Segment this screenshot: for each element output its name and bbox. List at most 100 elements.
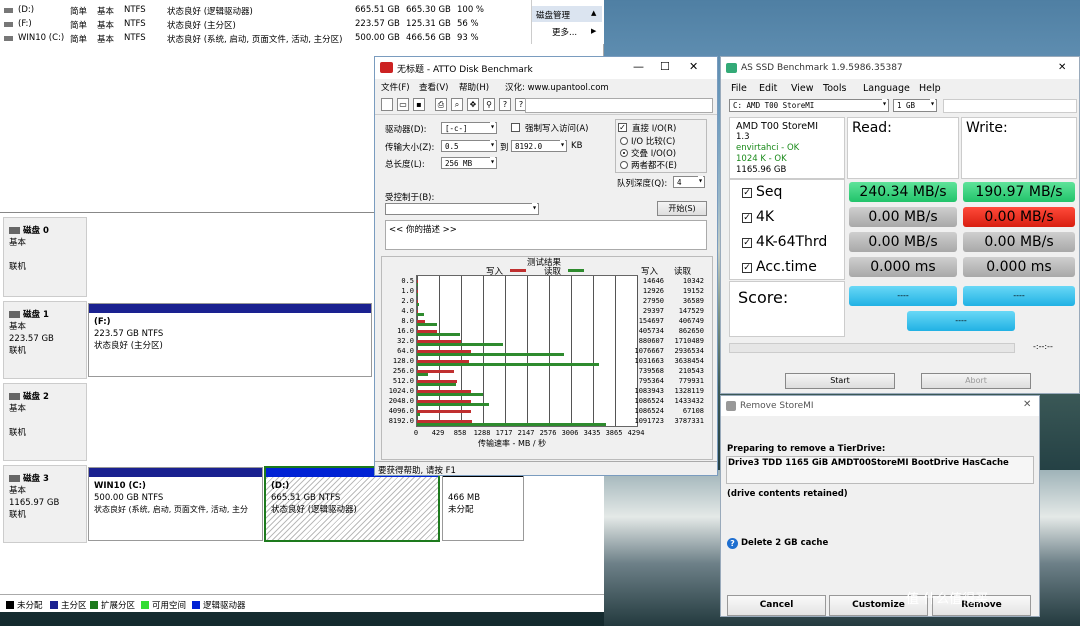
close-icon[interactable]: ✕ [1023,399,1031,410]
io-overlap-radio[interactable] [620,149,628,157]
preview-icon[interactable]: ⌕ [451,98,463,111]
new-icon[interactable] [381,98,393,111]
io-compare-radio[interactable] [620,137,628,145]
disk-name: 磁盘 1 [23,310,49,320]
more-actions-link[interactable]: 更多... [552,26,577,38]
disk-0-label[interactable]: 磁盘 0 基本 联机 [3,217,87,297]
x-tick-label: 2147 [517,429,535,437]
partition-d[interactable]: (D:) 665.51 GB NTFS 状态良好 (逻辑驱动器) [264,466,440,542]
disk-state: 联机 [9,346,27,356]
x-tick-label: 0 [413,429,419,437]
disk-3-label[interactable]: 磁盘 3 基本 1165.97 GB 联机 [3,465,87,543]
force-write-checkbox[interactable] [511,123,520,132]
transfer-to-select[interactable]: 8192.0 [511,140,567,152]
description-field[interactable]: << 你的描述 >> [385,220,707,250]
menu-tools[interactable]: Tools [823,83,846,94]
help-icon[interactable]: ? [499,98,511,111]
partition-info: 500.00 GB NTFS [94,493,164,503]
as-ssd-titlebar[interactable]: AS SSD Benchmark 1.9.5986.35387 [721,57,1079,79]
volume-row[interactable]: WIN10 (C:) 简单 基本 NTFS 状态良好 (系统, 启动, 页面文件… [0,32,479,45]
legend-label: 扩展分区 [101,601,136,611]
volume-row[interactable]: (D:) 简单 基本 NTFS 状态良好 (逻辑驱动器) 665.51 GB 6… [0,4,484,17]
legend-item: 扩展分区 [90,599,135,611]
start-button[interactable]: 开始(S) [657,201,707,216]
description-text: << 你的描述 >> [389,225,457,235]
seq-checkbox[interactable]: ✓ [742,188,752,198]
row-label: 8.0 [401,317,414,325]
row-label: 64.0 [397,347,414,355]
partition-c[interactable]: WIN10 (C:) 500.00 GB NTFS 状态良好 (系统, 启动, … [88,467,263,541]
dialog-app-icon [726,401,736,411]
score-read-value: ---- [849,286,957,306]
legend-label: 可用空间 [152,601,187,611]
partition-f[interactable]: (F:) 223.57 GB NTFS 状态良好 (主分区) [88,303,372,377]
read-value: 1328119 [674,387,704,395]
volume-free: 466.56 GB [406,33,451,43]
read-column-header: 读取 [674,267,692,277]
volume-layout: 简单 [70,21,88,31]
menu-file[interactable]: 文件(F) [381,81,410,93]
question-icon[interactable]: ? [727,538,738,549]
seq-write-value: 190.97 MB/s [963,182,1075,202]
partition-legend: 未分配 主分区 扩展分区 可用空间 逻辑驱动器 [0,594,604,612]
close-icon[interactable]: ✕ [689,60,698,73]
read-bar [417,423,607,426]
results-chart [416,275,638,427]
open-icon[interactable]: ▭ [397,98,409,111]
partition-status: 状态良好 (系统, 启动, 页面文件, 活动, 主分 [94,505,249,514]
minimize-icon[interactable]: — [633,60,644,73]
maximize-icon[interactable]: ☐ [660,60,670,73]
drive-select[interactable]: [-c-] [441,122,497,134]
volume-layout: 简单 [70,35,88,45]
read-value: 3787331 [674,417,704,425]
x-tick-label: 858 [453,429,467,437]
acctime-checkbox[interactable]: ✓ [742,263,752,273]
4k64-checkbox[interactable]: ✓ [742,238,752,248]
test-size-select[interactable]: 1 GB [893,99,937,112]
menu-help[interactable]: 帮助(H) [459,81,489,93]
legend-item: 可用空间 [141,599,186,611]
queue-depth-label: 队列深度(Q): [617,179,668,189]
disk-1-label[interactable]: 磁盘 1 基本 223.57 GB 联机 [3,301,87,379]
x-tick-label: 429 [431,429,445,437]
cancel-button[interactable]: Cancel [727,595,826,616]
toolbar-field[interactable] [525,98,713,113]
legend-item: 逻辑驱动器 [192,599,246,611]
abort-button[interactable]: Abort [921,373,1031,389]
partition-unallocated[interactable]: 466 MB 未分配 [442,467,524,541]
disk-icon [9,311,20,318]
kb-unit-label: KB [571,141,583,151]
disk-name: 磁盘 3 [23,474,49,484]
menu-file[interactable]: File [731,83,747,94]
remove-storemi-dialog: Remove StoreMI ✕ Preparing to remove a T… [720,395,1040,617]
neither-radio[interactable] [620,161,628,169]
print-icon[interactable]: ⎙ [435,98,447,111]
pin-icon[interactable]: ⚲ [483,98,495,111]
queue-depth-select[interactable]: 4 [673,176,705,188]
preparing-text: Preparing to remove a TierDrive: [727,444,886,454]
x-tick-label: 3435 [583,429,601,437]
dialog-titlebar[interactable]: Remove StoreMI [721,396,1039,416]
acctime-write-value: 0.000 ms [963,257,1075,277]
menu-view[interactable]: 查看(V) [419,81,448,93]
save-icon[interactable]: ▪ [413,98,425,111]
menu-language[interactable]: Language [863,83,910,94]
volume-row[interactable]: (F:) 简单 基本 NTFS 状态良好 (主分区) 223.57 GB 125… [0,18,479,31]
controlled-by-select[interactable] [385,203,539,215]
collapse-arrow-icon[interactable]: ▲ [591,9,596,17]
menu-help[interactable]: Help [919,83,941,94]
move-icon[interactable]: ✥ [467,98,479,111]
drive-select[interactable]: C: AMD T00 StoreMI [729,99,889,112]
read-bar [417,393,484,396]
write-value: 405734 [638,327,664,335]
start-button[interactable]: Start [785,373,895,389]
write-value: 1091723 [634,417,664,425]
4k-checkbox[interactable]: ✓ [742,213,752,223]
write-value: 14646 [642,277,664,285]
menu-edit[interactable]: Edit [759,83,777,94]
disk-2-label[interactable]: 磁盘 2 基本 联机 [3,383,87,461]
close-icon[interactable]: ✕ [1058,62,1066,73]
menu-view[interactable]: View [791,83,814,94]
total-length-select[interactable]: 256 MB [441,157,497,169]
transfer-from-select[interactable]: 0.5 [441,140,497,152]
